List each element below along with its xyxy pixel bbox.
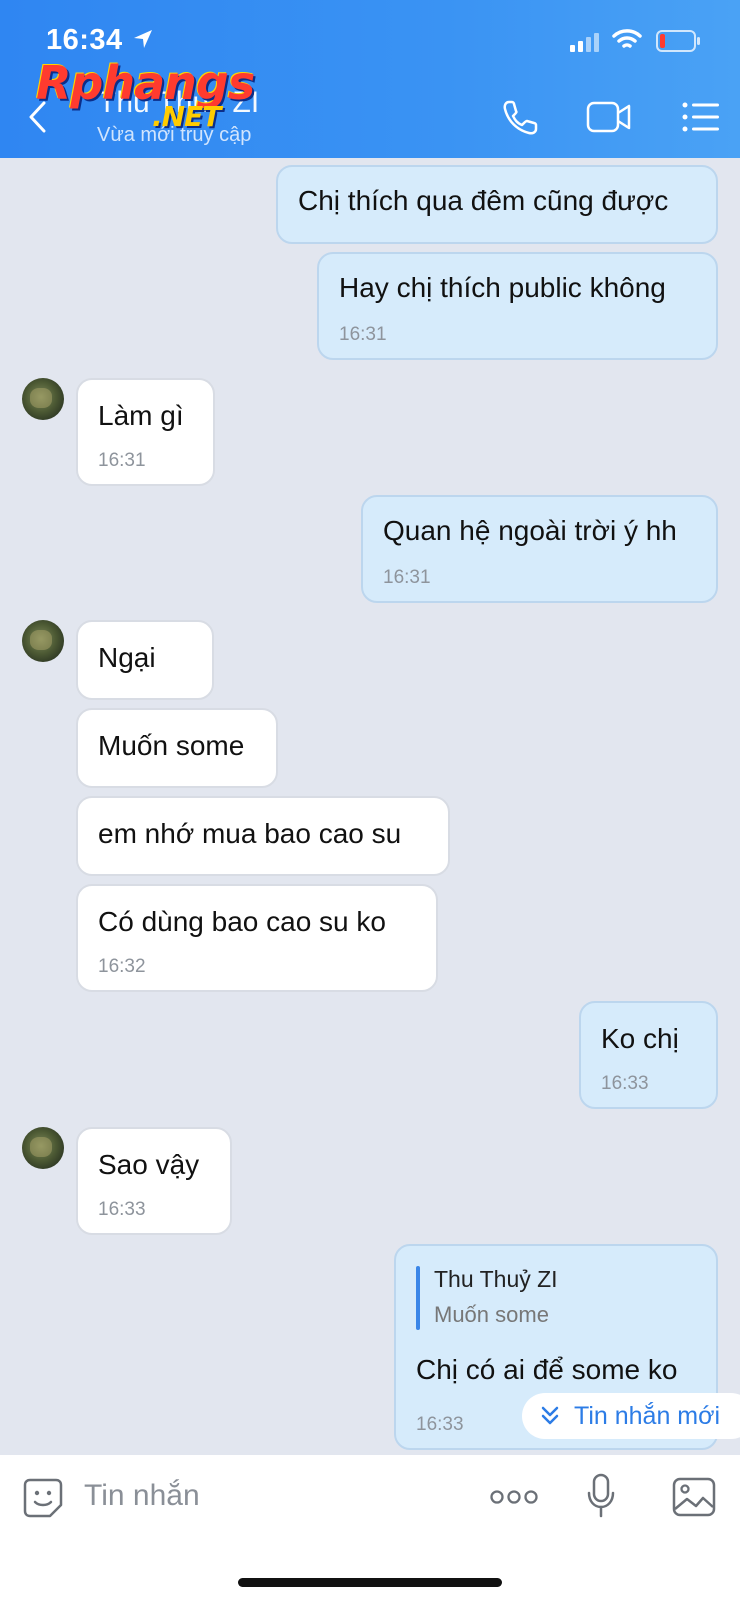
back-chevron-icon[interactable] [26, 100, 50, 134]
quoted-message-text: Muốn some [434, 1302, 549, 1327]
new-messages-label: Tin nhắn mới [574, 1402, 721, 1430]
quote-bar [416, 1266, 420, 1330]
double-chevron-down-icon [541, 1406, 559, 1425]
microphone-icon[interactable] [586, 1473, 616, 1519]
message-text: Quan hệ ngoài trời ý hh [383, 515, 677, 546]
message-time: 16:33 [416, 1414, 464, 1435]
location-arrow-icon [134, 30, 152, 48]
home-indicator [238, 1578, 502, 1587]
phone-icon[interactable] [500, 98, 540, 138]
chat-header: 16:34 Thu Thuỷ ZI Vừa mới truy cập Rphan… [0, 0, 740, 158]
message-input[interactable]: Tin nhắn [84, 1479, 200, 1513]
message-bubble-outgoing[interactable]: Hay chị thích public không 16:31 [317, 252, 718, 360]
wifi-icon [612, 29, 642, 48]
message-bubble-incoming[interactable]: Muốn some [76, 708, 278, 788]
message-text: Muốn some [98, 730, 245, 761]
message-time: 16:33 [601, 1073, 649, 1094]
status-time: 16:34 [46, 24, 123, 56]
more-dots-icon[interactable] [490, 1489, 538, 1505]
video-camera-icon[interactable] [586, 100, 632, 134]
message-time: 16:31 [98, 450, 146, 471]
quoted-sender-name: Thu Thuỷ ZI [434, 1266, 558, 1292]
message-text: Chị thích qua đêm cũng được [298, 185, 669, 216]
message-time: 16:33 [98, 1199, 146, 1220]
contact-avatar[interactable] [22, 378, 64, 420]
message-bubble-incoming[interactable]: Sao vậy 16:33 [76, 1127, 232, 1235]
cellular-signal-icon [570, 33, 599, 52]
message-bubble-incoming[interactable]: Có dùng bao cao su ko 16:32 [76, 884, 438, 992]
message-text: Sao vậy [98, 1149, 200, 1180]
message-text: Ko chị [601, 1023, 679, 1054]
message-bubble-outgoing[interactable]: Chị thích qua đêm cũng được [276, 165, 718, 244]
message-text: Có dùng bao cao su ko [98, 906, 386, 937]
message-composer: Tin nhắn [0, 1455, 740, 1600]
new-messages-button[interactable]: Tin nhắn mới [522, 1393, 740, 1439]
contact-status: Vừa mới truy cập [97, 124, 252, 146]
contact-name[interactable]: Thu Thuỷ ZI [98, 86, 259, 120]
message-bubble-outgoing[interactable]: Ko chị 16:33 [579, 1001, 718, 1109]
sticker-icon[interactable] [22, 1477, 64, 1519]
list-menu-icon[interactable] [682, 102, 720, 132]
message-text: Làm gì [98, 400, 184, 431]
message-text: Chị có ai để some ko [416, 1354, 678, 1385]
message-bubble-incoming[interactable]: Ngại [76, 620, 214, 700]
message-text: em nhớ mua bao cao su [98, 818, 402, 849]
message-text: Hay chị thích public không [339, 272, 666, 303]
battery-low-icon [656, 30, 700, 52]
contact-avatar[interactable] [22, 1127, 64, 1169]
message-bubble-outgoing[interactable]: Quan hệ ngoài trời ý hh 16:31 [361, 495, 718, 603]
message-time: 16:31 [339, 324, 387, 345]
message-bubble-incoming[interactable]: Làm gì 16:31 [76, 378, 215, 486]
message-time: 16:32 [98, 956, 146, 977]
message-bubble-incoming[interactable]: em nhớ mua bao cao su [76, 796, 450, 876]
message-text: Ngại [98, 642, 156, 673]
image-icon[interactable] [672, 1477, 716, 1517]
contact-avatar[interactable] [22, 620, 64, 662]
message-time: 16:31 [383, 567, 431, 588]
